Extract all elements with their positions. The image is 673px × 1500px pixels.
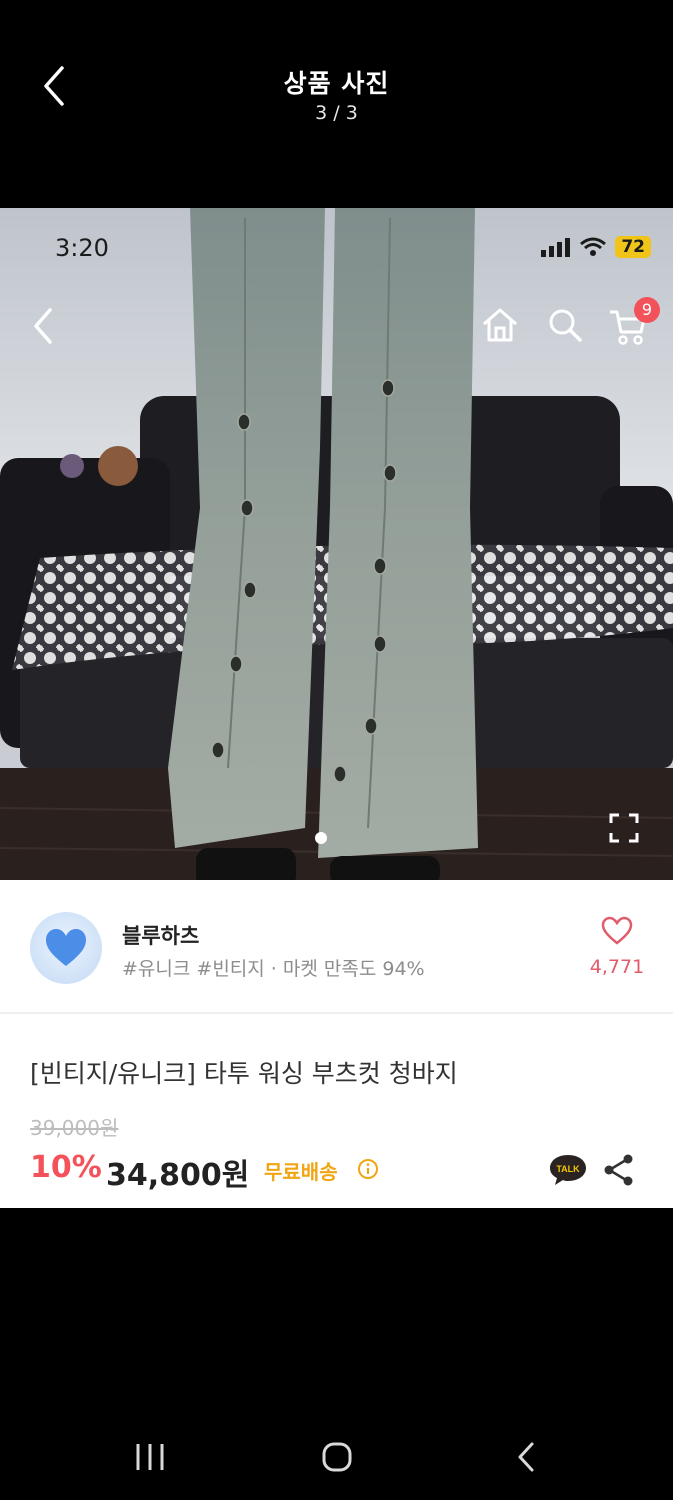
- search-icon[interactable]: [546, 306, 584, 344]
- kakaotalk-icon[interactable]: TALK: [548, 1152, 588, 1188]
- product-name: [빈티지/유니크] 타투 워싱 부츠컷 청바지: [30, 1059, 458, 1088]
- shop-name[interactable]: 블루하츠: [122, 920, 199, 950]
- talk-label: TALK: [556, 1164, 580, 1174]
- status-indicators: 72: [541, 232, 651, 262]
- battery-level: 72: [615, 236, 651, 258]
- free-shipping-label: 무료배송: [264, 1160, 338, 1184]
- sale-price: 34,800원: [106, 1158, 250, 1193]
- system-back-button[interactable]: [512, 1432, 542, 1482]
- divider: [0, 1012, 673, 1014]
- discount-rate: 10%: [30, 1150, 102, 1185]
- like-count: 4,771: [589, 956, 645, 978]
- original-price: 39,000원: [30, 1116, 119, 1140]
- product-screenshot: 3:20 72 9 블루하츠 #유니크 #빈티지 · 마켓 만족도 94% 4,…: [0, 208, 673, 1208]
- expand-icon[interactable]: [608, 812, 640, 844]
- shop-avatar[interactable]: [30, 912, 102, 984]
- carousel-dot: [315, 832, 327, 844]
- chevron-left-icon[interactable]: [30, 306, 56, 346]
- product-photo[interactable]: 3:20 72 9: [0, 208, 673, 880]
- page-title: 상품 사진: [283, 69, 390, 98]
- wifi-icon: [580, 237, 607, 256]
- cart-count-badge: 9: [634, 297, 660, 323]
- recent-apps-button[interactable]: [132, 1432, 168, 1482]
- status-time: 3:20: [55, 234, 109, 262]
- signal-icon: [541, 238, 571, 257]
- shop-tags: #유니크 #빈티지 · 마켓 만족도 94%: [122, 958, 425, 980]
- heart-icon[interactable]: [601, 916, 633, 946]
- home-button[interactable]: [318, 1432, 358, 1482]
- share-icon[interactable]: [602, 1152, 636, 1188]
- heart-logo-icon: [46, 929, 86, 966]
- info-icon[interactable]: [357, 1158, 379, 1180]
- photo-counter: 3 / 3: [315, 102, 358, 124]
- shop-info[interactable]: 블루하츠 #유니크 #빈티지 · 마켓 만족도 94% 4,771: [0, 880, 673, 1012]
- home-icon[interactable]: [480, 306, 520, 344]
